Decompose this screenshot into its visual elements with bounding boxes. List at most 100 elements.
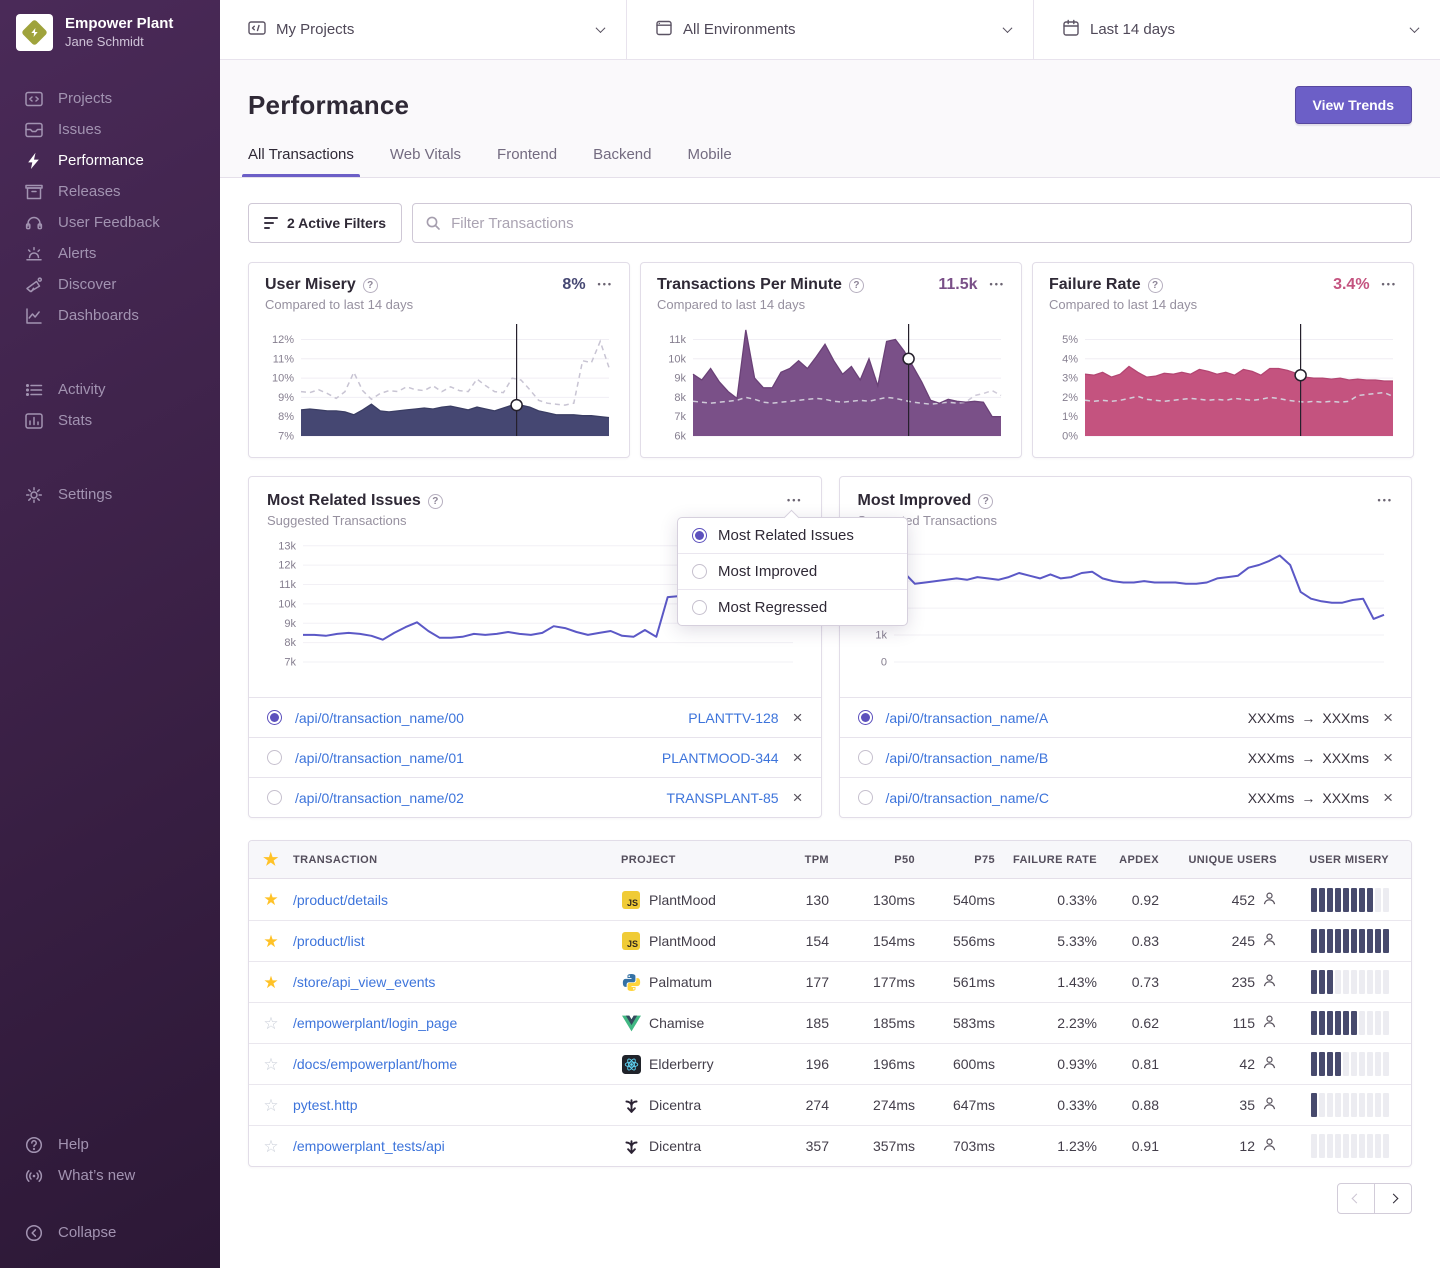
previous-page-button[interactable] xyxy=(1337,1183,1375,1214)
sidebar-item[interactable]: Projects xyxy=(0,83,220,114)
transaction-link[interactable]: /api/0/transaction_name/00 xyxy=(295,710,464,726)
star-icon[interactable]: ★ xyxy=(263,891,278,908)
transaction-radio[interactable] xyxy=(267,790,282,805)
issue-link[interactable]: PLANTTV-128 xyxy=(688,710,778,726)
menu-radio[interactable] xyxy=(692,600,707,615)
sidebar-item[interactable]: Alerts xyxy=(0,238,220,269)
sidebar-item[interactable]: Help xyxy=(0,1129,220,1160)
view-trends-button[interactable]: View Trends xyxy=(1295,86,1412,124)
close-icon[interactable] xyxy=(793,709,803,726)
tab[interactable]: All Transactions xyxy=(248,146,354,177)
transaction-radio[interactable] xyxy=(858,750,873,765)
sidebar-item-settings[interactable]: Settings xyxy=(0,479,220,510)
close-icon[interactable] xyxy=(1383,749,1393,766)
p50-value: 357ms xyxy=(829,1138,915,1154)
transaction-link[interactable]: pytest.http xyxy=(293,1097,358,1113)
active-filters-button[interactable]: 2 Active Filters xyxy=(248,203,402,243)
col-failure-rate[interactable]: FAILURE RATE xyxy=(995,854,1097,866)
user-misery-bars xyxy=(1311,1093,1389,1117)
col-p75[interactable]: P75 xyxy=(915,854,995,866)
col-transaction[interactable]: TRANSACTION xyxy=(293,854,621,866)
star-icon[interactable]: ★ xyxy=(263,974,278,991)
star-icon[interactable]: ★ xyxy=(263,933,278,950)
sidebar-item[interactable]: User Feedback xyxy=(0,207,220,238)
sidebar-item[interactable]: Activity xyxy=(0,374,220,405)
close-icon[interactable] xyxy=(793,789,803,806)
transaction-radio[interactable] xyxy=(858,710,873,725)
topbar-select[interactable]: Last 14 days xyxy=(1033,0,1440,59)
help-icon[interactable] xyxy=(1148,278,1163,293)
sidebar-collapse[interactable]: Collapse xyxy=(0,1217,220,1248)
col-p50[interactable]: P50 xyxy=(829,854,915,866)
col-project[interactable]: PROJECT xyxy=(621,854,773,866)
col-apdex[interactable]: APDEX xyxy=(1097,854,1159,866)
sidebar-item[interactable]: Dashboards xyxy=(0,300,220,331)
transaction-radio[interactable] xyxy=(267,750,282,765)
transaction-link[interactable]: /store/api_view_events xyxy=(293,974,435,990)
filter-transactions-input[interactable] xyxy=(412,203,1412,243)
star-icon[interactable]: ☆ xyxy=(263,1097,278,1114)
help-icon[interactable] xyxy=(978,494,993,509)
transaction-link[interactable]: /api/0/transaction_name/C xyxy=(886,790,1049,806)
transaction-link[interactable]: /docs/empowerplant/home xyxy=(293,1056,457,1072)
tab[interactable]: Mobile xyxy=(687,146,731,177)
topbar-select[interactable]: My Projects xyxy=(220,0,626,59)
close-icon[interactable] xyxy=(1383,789,1393,806)
help-icon[interactable] xyxy=(363,278,378,293)
ellipsis-menu-icon[interactable] xyxy=(598,278,613,292)
menu-item-label: Most Improved xyxy=(718,563,817,580)
platform-icon xyxy=(621,1136,641,1156)
star-icon[interactable]: ☆ xyxy=(263,1056,278,1073)
star-icon[interactable]: ☆ xyxy=(263,1015,278,1032)
menu-item[interactable]: Most Related Issues xyxy=(678,518,907,553)
col-unique-users[interactable]: UNIQUE USERS xyxy=(1159,854,1277,866)
topbar-select[interactable]: All Environments xyxy=(626,0,1033,59)
help-icon[interactable] xyxy=(849,278,864,293)
transaction-link[interactable]: /api/0/transaction_name/A xyxy=(886,710,1049,726)
user-misery-card: User Misery 8% Compared to last 14 days … xyxy=(248,262,630,458)
transaction-link[interactable]: /api/0/transaction_name/B xyxy=(886,750,1049,766)
menu-item[interactable]: Most Regressed xyxy=(678,589,907,625)
col-user-misery[interactable]: USER MISERY xyxy=(1277,854,1411,866)
tab[interactable]: Frontend xyxy=(497,146,557,177)
transaction-link[interactable]: /empowerplant/login_page xyxy=(293,1015,457,1031)
sidebar-item[interactable]: What’s new xyxy=(0,1160,220,1191)
sidebar-item[interactable]: Discover xyxy=(0,269,220,300)
sidebar-item[interactable]: Stats xyxy=(0,405,220,436)
issue-link[interactable]: PLANTMOOD-344 xyxy=(662,750,779,766)
sidebar-item[interactable]: Performance xyxy=(0,145,220,176)
star-icon[interactable]: ☆ xyxy=(263,1138,278,1155)
ellipsis-menu-icon[interactable] xyxy=(787,494,802,508)
close-icon[interactable] xyxy=(1383,709,1393,726)
sidebar-item[interactable]: Releases xyxy=(0,176,220,207)
transaction-link[interactable]: /api/0/transaction_name/01 xyxy=(295,750,464,766)
sidebar-item[interactable]: Issues xyxy=(0,114,220,145)
col-tpm[interactable]: TPM xyxy=(773,854,829,866)
table-row: ☆ pytest.http Dicentra 274 274ms 647ms 0… xyxy=(249,1084,1411,1125)
star-icon[interactable]: ★ xyxy=(263,851,279,868)
menu-radio[interactable] xyxy=(692,528,707,543)
ellipsis-menu-icon[interactable] xyxy=(990,278,1005,292)
ellipsis-menu-icon[interactable] xyxy=(1382,278,1397,292)
tab[interactable]: Web Vitals xyxy=(390,146,461,177)
org-switcher[interactable]: Empower Plant Jane Schmidt xyxy=(0,0,220,61)
menu-radio[interactable] xyxy=(692,564,707,579)
help-icon[interactable] xyxy=(428,494,443,509)
ellipsis-menu-icon[interactable] xyxy=(1378,494,1393,508)
transaction-radio[interactable] xyxy=(858,790,873,805)
transaction-link[interactable]: /product/list xyxy=(293,933,365,949)
menu-item[interactable]: Most Improved xyxy=(678,553,907,589)
failure-rate-value: 5.33% xyxy=(995,933,1097,949)
user-misery-bars xyxy=(1311,929,1389,953)
svg-text:9k: 9k xyxy=(674,373,686,385)
transaction-link[interactable]: /api/0/transaction_name/02 xyxy=(295,790,464,806)
close-icon[interactable] xyxy=(793,749,803,766)
transaction-link[interactable]: /product/details xyxy=(293,892,388,908)
transaction-radio[interactable] xyxy=(267,710,282,725)
next-page-button[interactable] xyxy=(1374,1183,1412,1214)
transaction-link[interactable]: /empowerplant_tests/api xyxy=(293,1138,445,1154)
issue-link[interactable]: TRANSPLANT-85 xyxy=(667,790,779,806)
user-icon xyxy=(1262,1055,1277,1073)
tab[interactable]: Backend xyxy=(593,146,651,177)
sidebar-item-label: Performance xyxy=(58,152,144,169)
